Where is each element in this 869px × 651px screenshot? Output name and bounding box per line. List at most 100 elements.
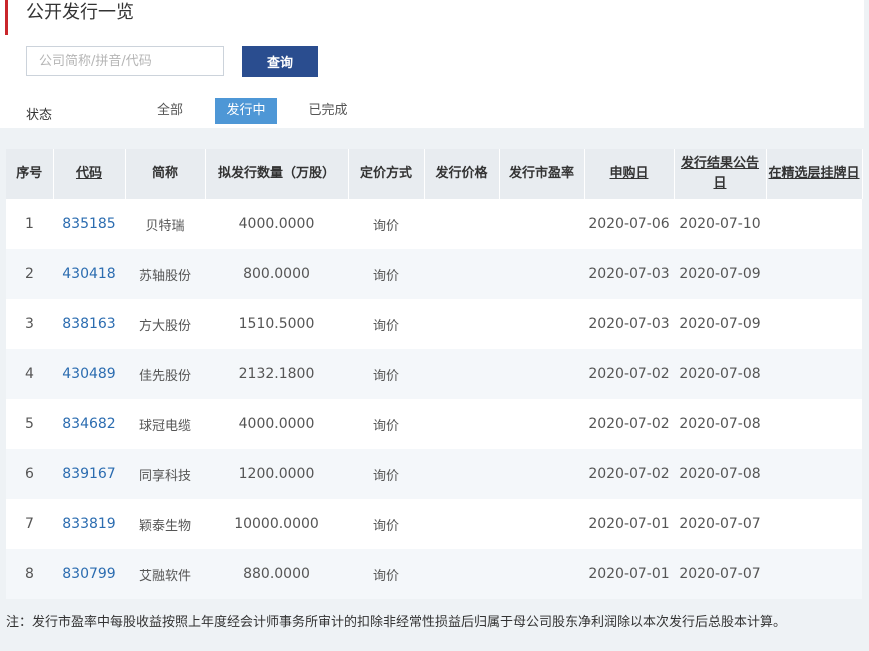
subscribe-date: 2020-07-03 [584,249,674,299]
table-body: 1 835185 贝特瑞 4000.0000 询价 2020-07-06 2020-07-1… [6,199,862,599]
issue-price [424,449,499,499]
pe-ratio [499,399,584,449]
stock-name: 同享科技 [125,449,205,499]
subscribe-date: 2020-07-01 [584,549,674,599]
pe-ratio [499,449,584,499]
subscribe-date: 2020-07-06 [584,199,674,249]
pricing-method: 询价 [348,449,424,499]
pe-ratio [499,249,584,299]
pe-ratio [499,199,584,249]
issue-price [424,249,499,299]
issue-price [424,349,499,399]
pe-ratio [499,549,584,599]
subscribe-date: 2020-07-01 [584,499,674,549]
pricing-method: 询价 [348,399,424,449]
result-date: 2020-07-09 [674,249,766,299]
search-input[interactable] [26,46,224,76]
stock-name: 佳先股份 [125,349,205,399]
table-row: 1 835185 贝特瑞 4000.0000 询价 2020-07-06 2020-07-1… [6,199,862,249]
subscribe-date: 2020-07-03 [584,299,674,349]
pe-ratio [499,499,584,549]
col-header-subscribe-date[interactable]: 申购日 [584,149,675,199]
listing-date [766,549,862,599]
table-row: 4 430489 佳先股份 2132.1800 询价 2020-07-02 2020-07-… [6,349,862,399]
result-date: 2020-07-08 [674,449,766,499]
pricing-method: 询价 [348,249,424,299]
table-header-row: 序号 代码 简称 拟发行数量（万股） 定价方式 发行价格 发行市盈率 申购日 发… [6,149,863,199]
table-row: 5 834682 球冠电缆 4000.0000 询价 2020-07-02 2020-07-… [6,399,862,449]
stock-code-link[interactable]: 839167 [53,449,125,499]
subscribe-date: 2020-07-02 [584,349,674,399]
pe-ratio [499,299,584,349]
status-label: 状态 [26,108,53,123]
pe-ratio [499,349,584,399]
subscribe-date: 2020-07-02 [584,449,674,499]
issue-quantity: 2132.1800 [205,349,348,399]
issue-price [424,399,499,449]
issue-quantity: 4000.0000 [205,399,348,449]
subscribe-date: 2020-07-02 [584,399,674,449]
listing-date [766,399,862,449]
stock-name: 艾融软件 [125,549,205,599]
tab-completed[interactable]: 已完成 [300,98,356,124]
pricing-method: 询价 [348,549,424,599]
stock-code-link[interactable]: 833819 [53,499,125,549]
result-date: 2020-07-09 [674,299,766,349]
table-row: 2 430418 苏轴股份 800.0000 询价 2020-07-03 2020-07-0… [6,249,862,299]
stock-name: 苏轴股份 [125,249,205,299]
listing-date [766,199,862,249]
pricing-method: 询价 [348,349,424,399]
issue-quantity: 800.0000 [205,249,348,299]
stock-code-link[interactable]: 838163 [53,299,125,349]
footnote: 注：发行市盈率中每股收益按照上年度经会计师事务所审计的扣除非经常性损益后归属于母… [6,615,787,630]
title-accent-bar [5,0,8,35]
query-button[interactable]: 查询 [242,46,318,77]
table-row: 7 833819 颖泰生物 10000.0000 询价 2020-07-01 2020-07… [6,499,862,549]
row-number: 1 [6,199,53,249]
col-header-result-date[interactable]: 发行结果公告日 [674,149,767,199]
stock-code-link[interactable]: 835185 [53,199,125,249]
table-row: 3 838163 方大股份 1510.5000 询价 2020-07-03 2020-07-… [6,299,862,349]
col-header-name: 简称 [125,149,206,199]
row-number: 3 [6,299,53,349]
stock-code-link[interactable]: 430489 [53,349,125,399]
stock-code-link[interactable]: 430418 [53,249,125,299]
page-title: 公开发行一览 [26,2,134,23]
pricing-method: 询价 [348,299,424,349]
table-row: 8 830799 艾融软件 880.0000 询价 2020-07-01 2020-07-0… [6,549,862,599]
issue-quantity: 880.0000 [205,549,348,599]
stock-name: 方大股份 [125,299,205,349]
col-header-price: 发行价格 [424,149,500,199]
stock-name: 球冠电缆 [125,399,205,449]
listing-date [766,449,862,499]
row-number: 4 [6,349,53,399]
col-header-no: 序号 [6,149,54,199]
row-number: 6 [6,449,53,499]
issue-price [424,499,499,549]
tab-issuing[interactable]: 发行中 [215,98,277,124]
stock-code-link[interactable]: 830799 [53,549,125,599]
pricing-method: 询价 [348,499,424,549]
filter-panel: 公开发行一览 查询 状态 全部 发行中 已完成 [0,0,864,128]
stock-code-link[interactable]: 834682 [53,399,125,449]
row-number: 8 [6,549,53,599]
result-date: 2020-07-07 [674,549,766,599]
tab-all[interactable]: 全部 [148,98,192,124]
row-number: 7 [6,499,53,549]
pricing-method: 询价 [348,199,424,249]
result-date: 2020-07-07 [674,499,766,549]
issue-price [424,199,499,249]
table-row: 6 839167 同享科技 1200.0000 询价 2020-07-02 2020-07-… [6,449,862,499]
col-header-listing-date[interactable]: 在精选层挂牌日 [766,149,863,199]
result-date: 2020-07-08 [674,349,766,399]
issue-table: 序号 代码 简称 拟发行数量（万股） 定价方式 发行价格 发行市盈率 申购日 发… [6,149,863,599]
issue-quantity: 1510.5000 [205,299,348,349]
listing-date [766,299,862,349]
issue-price [424,549,499,599]
col-header-code[interactable]: 代码 [53,149,126,199]
stock-name: 贝特瑞 [125,199,205,249]
issue-quantity: 1200.0000 [205,449,348,499]
stock-name: 颖泰生物 [125,499,205,549]
listing-date [766,349,862,399]
listing-date [766,499,862,549]
